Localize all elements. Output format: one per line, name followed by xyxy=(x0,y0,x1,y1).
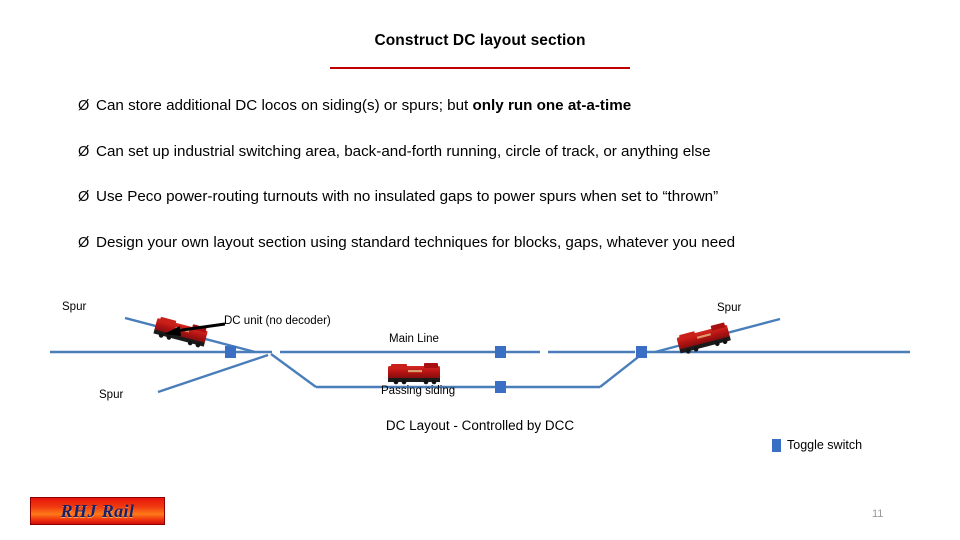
bullet-text: Design your own layout section using sta… xyxy=(96,233,735,253)
label-spur-right: Spur xyxy=(717,302,742,314)
bullet-text: Can store additional DC locos on siding(… xyxy=(96,96,631,116)
toggle-switch-west-junction[interactable] xyxy=(225,346,236,358)
bullet-list: Ø Can store additional DC locos on sidin… xyxy=(78,96,908,278)
label-spur-top-left: Spur xyxy=(62,301,87,313)
label-spur-bottom-left: Spur xyxy=(99,389,124,401)
toggle-switch-legend-icon xyxy=(772,438,781,452)
dc-loco-passing-siding xyxy=(388,363,440,385)
bullet-text-lead: Design your own layout section using sta… xyxy=(96,233,736,251)
track-siding-east-lead xyxy=(599,353,643,388)
dc-loco-left-spur xyxy=(153,316,208,348)
toggle-switch-siding-mid[interactable] xyxy=(495,381,506,393)
title-underline-rule xyxy=(330,67,630,69)
bullet-item: Ø Use Peco power-routing turnouts with n… xyxy=(78,187,908,207)
bullet-text-lead: Use Peco power-routing turnouts with no … xyxy=(96,188,719,205)
page-title: Construct DC layout section xyxy=(374,32,586,49)
page-number: 11 xyxy=(872,508,884,520)
diagram-caption: DC Layout - Controlled by DCC xyxy=(385,418,575,433)
bullet-arrow-icon: Ø xyxy=(78,234,90,251)
bullet-text-lead: Can store additional DC locos on siding(… xyxy=(96,97,473,114)
legend-label: Toggle switch xyxy=(787,438,863,452)
dc-loco-right-spur xyxy=(676,322,731,354)
track-spur-left-lower xyxy=(157,353,269,394)
bullet-item: Ø Design your own layout section using s… xyxy=(78,233,908,253)
rhj-rail-logo: RHJ Rail xyxy=(30,497,165,525)
toggle-switch-east-junction[interactable] xyxy=(636,346,647,358)
label-main-line: Main Line xyxy=(389,333,439,345)
bullet-arrow-icon: Ø xyxy=(78,98,90,114)
toggle-switch-main-mid[interactable] xyxy=(495,346,506,358)
track-siding-west-lead xyxy=(270,353,317,388)
bullet-text-lead: Can set up industrial switching area, ba… xyxy=(96,142,711,160)
bullet-text: Use Peco power-routing turnouts with no … xyxy=(96,187,718,207)
bullet-item: Ø Can store additional DC locos on sidin… xyxy=(78,96,908,116)
bullet-arrow-icon: Ø xyxy=(78,189,90,205)
slide-canvas: Construct DC layout section Ø Can store … xyxy=(0,0,960,540)
label-passing-siding: Passing siding xyxy=(381,385,456,397)
bullet-text: Can set up industrial switching area, ba… xyxy=(96,142,711,162)
bullet-arrow-icon: Ø xyxy=(78,143,90,160)
label-dc-unit: DC unit (no decoder) xyxy=(224,315,331,327)
legend: Toggle switch xyxy=(772,438,862,452)
bullet-item: Ø Can set up industrial switching area, … xyxy=(78,142,908,162)
logo-text: RHJ Rail xyxy=(60,500,135,521)
bullet-text-emphasis: only run one at-a-time xyxy=(472,97,632,114)
